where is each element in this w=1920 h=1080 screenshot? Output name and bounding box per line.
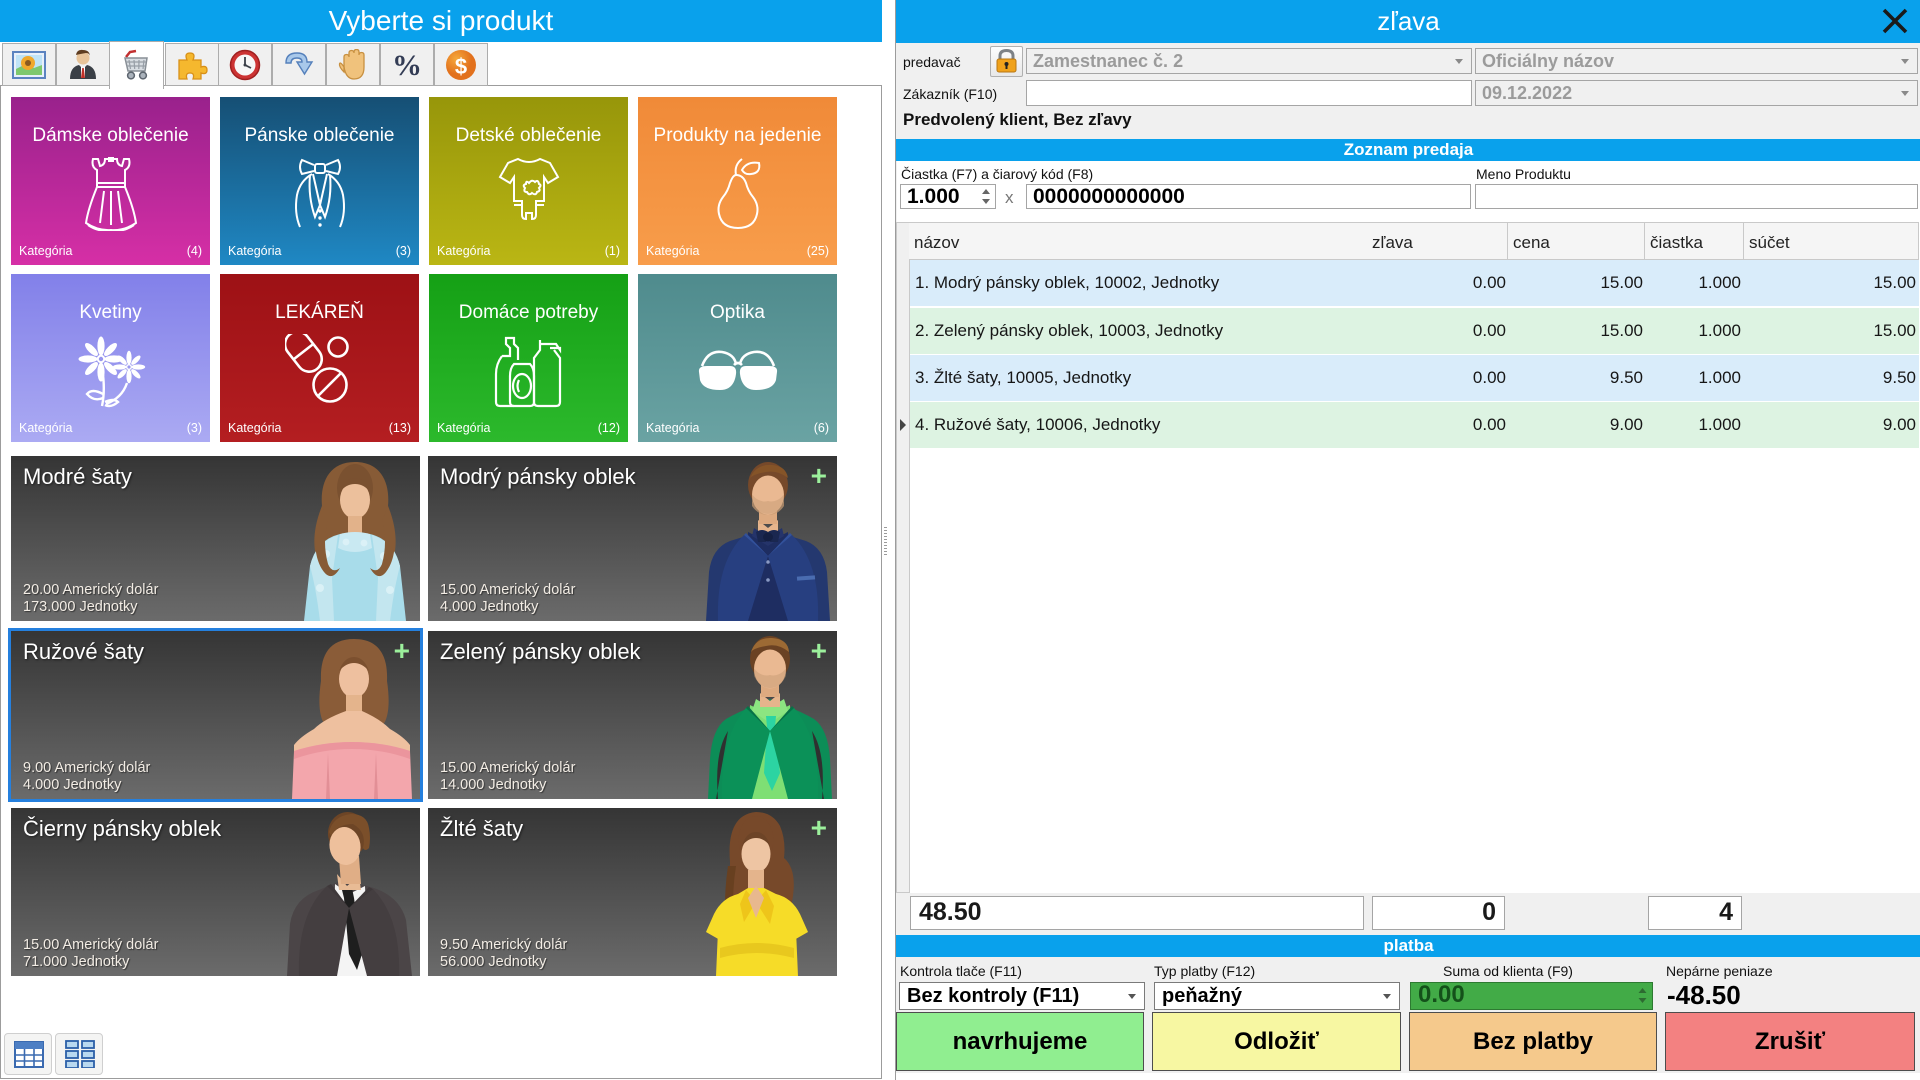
svg-text:$: $ [455,54,467,79]
svg-text:%: % [392,50,422,80]
